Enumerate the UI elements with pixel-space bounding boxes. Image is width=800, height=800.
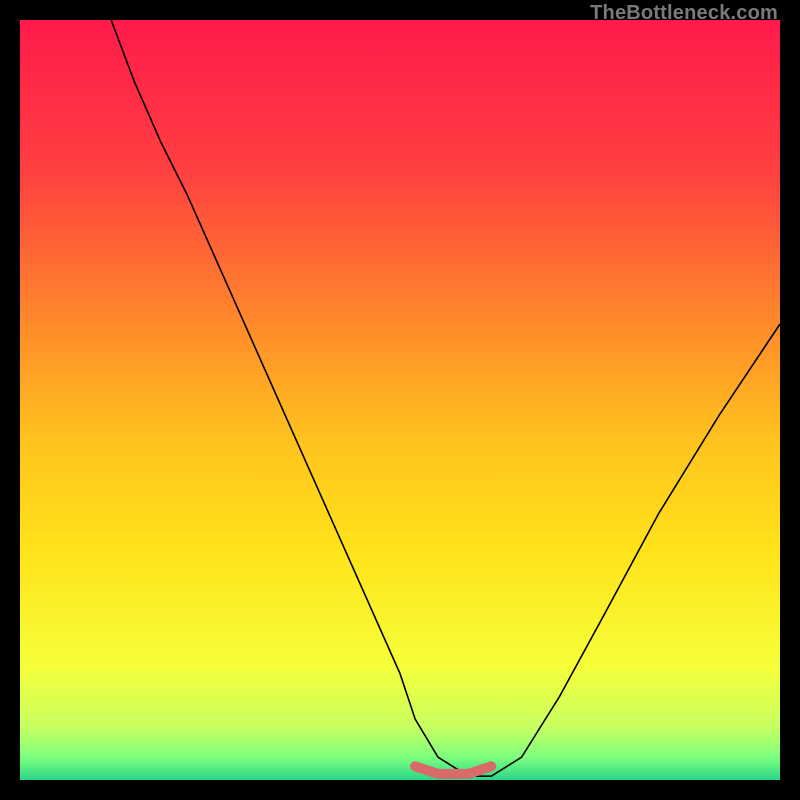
watermark-text: TheBottleneck.com	[590, 2, 778, 25]
gradient-background	[20, 20, 780, 780]
bottleneck-chart	[20, 20, 780, 780]
